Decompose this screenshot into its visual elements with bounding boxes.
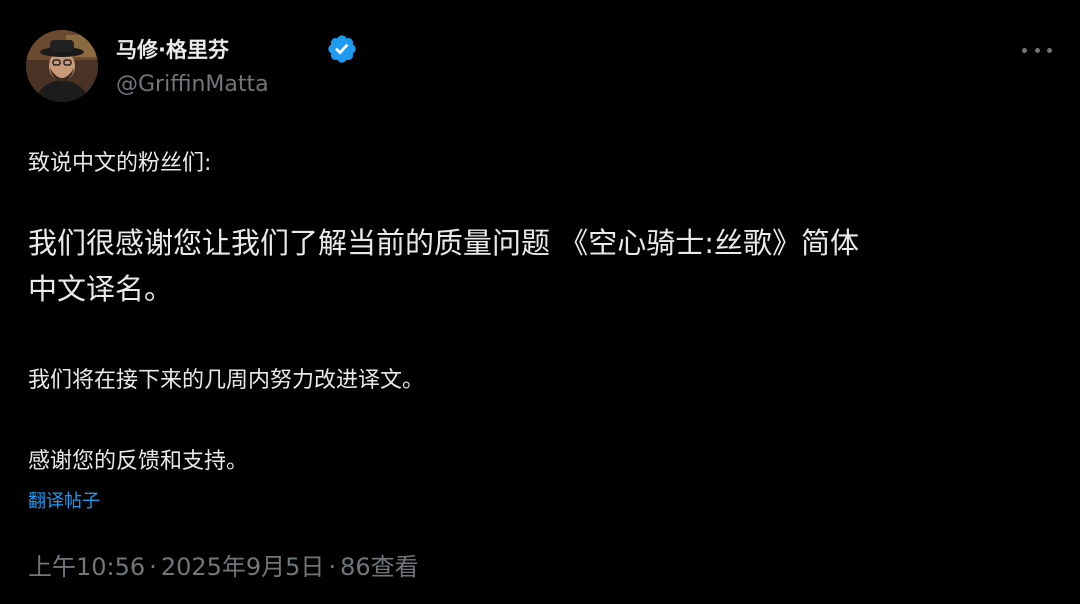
tweet-time[interactable]: 上午10:56 — [28, 553, 145, 581]
view-count: 86 — [340, 553, 371, 581]
avatar-image — [26, 30, 98, 102]
tweet-metadata: 上午10:56 · 2025年9月5日 · 86查看 — [28, 547, 419, 582]
tweet-greeting: 致说中文的粉丝们: — [28, 151, 212, 176]
tweet-paragraph-1-line-2: 中文译名。 — [28, 272, 174, 306]
separator: · — [328, 553, 337, 581]
tweet-paragraph-1-line-1: 我们很感谢您让我们了解当前的质量问题 《空心骑士:丝歌》简体 — [28, 226, 859, 260]
user-handle[interactable]: @GriffinMatta — [116, 72, 269, 97]
more-horizontal-icon — [1022, 47, 1027, 53]
translate-post-link[interactable]: 翻译帖子 — [28, 487, 100, 513]
tweet-date[interactable]: 2025年9月5日 — [161, 553, 325, 581]
tweet-paragraph-3: 感谢您的反馈和支持。 — [28, 449, 249, 474]
tweet-card: 马修·格里芬 @GriffinMatta 致说中文的粉丝们: 我们很感谢您让我们… — [0, 0, 1080, 604]
more-horizontal-icon — [1047, 47, 1052, 53]
more-horizontal-icon — [1034, 47, 1040, 53]
view-label: 查看 — [370, 553, 419, 581]
more-options-button[interactable] — [1022, 46, 1052, 54]
verified-badge-icon — [328, 35, 356, 63]
avatar[interactable] — [26, 30, 98, 102]
tweet-paragraph-2: 我们将在接下来的几周内努力改进译文。 — [28, 368, 425, 393]
separator: · — [149, 553, 157, 581]
display-name[interactable]: 马修·格里芬 — [116, 34, 229, 64]
